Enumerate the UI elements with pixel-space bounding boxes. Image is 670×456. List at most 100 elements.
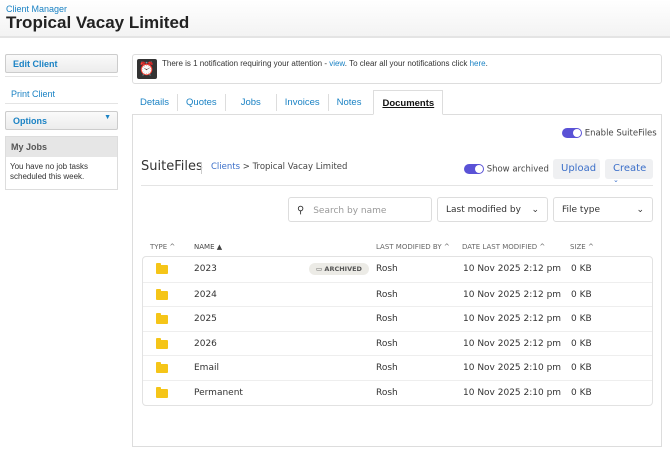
- search-input[interactable]: ⚲ Search by name: [288, 197, 432, 222]
- enable-suitefiles-toggle[interactable]: Enable SuiteFiles: [562, 128, 657, 139]
- file-name[interactable]: 2026: [194, 339, 217, 349]
- column-date-last-modified[interactable]: DATE LAST MODIFIED ^: [462, 243, 545, 251]
- archived-badge: ▭ ARCHIVED: [309, 263, 369, 275]
- last-modified-by: Rosh: [376, 338, 398, 349]
- tab-documents[interactable]: Documents: [373, 90, 444, 115]
- options-dropdown[interactable]: Options ▼: [5, 111, 118, 130]
- last-modified-by: Rosh: [376, 387, 398, 398]
- file-size: 0 KB: [571, 363, 592, 374]
- suitefiles-brand: SuiteFiles: [141, 159, 203, 174]
- edit-client-label: Edit Client: [5, 54, 118, 73]
- tab-details[interactable]: Details: [132, 94, 179, 111]
- tab-jobs[interactable]: Jobs: [226, 94, 277, 111]
- tab-quotes[interactable]: Quotes: [178, 94, 226, 111]
- create-label: Create: [613, 163, 647, 174]
- date-last-modified: 10 Nov 2025 2:12 pm: [463, 338, 562, 349]
- client-tabs: Details Quotes Jobs Invoices Notes Docum…: [132, 90, 444, 115]
- date-last-modified: 10 Nov 2025 2:12 pm: [463, 314, 562, 325]
- my-jobs-text: You have no job tasks scheduled this wee…: [10, 162, 88, 181]
- column-label: DATE LAST MODIFIED: [462, 243, 538, 251]
- column-name[interactable]: NAME ▲: [194, 243, 222, 251]
- chevron-down-icon: ⌄: [636, 205, 644, 215]
- enable-suitefiles-label: Enable SuiteFiles: [584, 128, 657, 139]
- archive-icon: ▭: [316, 265, 323, 273]
- file-size: 0 KB: [571, 314, 592, 325]
- notification-bar: ⏰ There is 1 notification requiring your…: [132, 54, 662, 84]
- last-modified-by: Rosh: [376, 264, 398, 274]
- folder-icon: [156, 313, 168, 325]
- file-size: 0 KB: [571, 338, 592, 349]
- upload-button[interactable]: Upload: [553, 159, 600, 179]
- folder-icon: [156, 386, 168, 398]
- file-name[interactable]: Email: [194, 363, 219, 373]
- file-name[interactable]: Permanent: [194, 388, 243, 398]
- date-last-modified: 10 Nov 2025 2:12 pm: [463, 264, 562, 274]
- file-size: 0 KB: [571, 264, 592, 274]
- tab-invoices[interactable]: Invoices: [277, 94, 329, 111]
- notification-view-link[interactable]: view: [329, 59, 345, 68]
- search-icon: ⚲: [297, 205, 305, 216]
- toggle-switch[interactable]: [562, 128, 582, 138]
- create-button[interactable]: Create ⌄: [605, 159, 653, 184]
- file-list: 2023 ▭ ARCHIVED Rosh 10 Nov 2025 2:12 pm…: [142, 256, 653, 406]
- archived-label: ARCHIVED: [324, 265, 362, 273]
- show-archived-toggle[interactable]: Show archived: [464, 164, 549, 175]
- last-modified-by: Rosh: [376, 363, 398, 374]
- filter-label: Last modified by: [446, 205, 521, 215]
- filter-label: File type: [562, 205, 601, 215]
- folder-icon: [156, 288, 168, 300]
- show-archived-label: Show archived: [486, 164, 549, 175]
- my-jobs-panel: My Jobs You have no job tasks scheduled …: [5, 136, 118, 190]
- date-last-modified: 10 Nov 2025 2:10 pm: [463, 387, 562, 398]
- toggle-switch[interactable]: [464, 164, 484, 174]
- column-type[interactable]: TYPE ^: [150, 243, 175, 251]
- notification-suffix: .: [485, 59, 488, 68]
- column-label: NAME: [194, 243, 215, 251]
- date-last-modified: 10 Nov 2025 2:10 pm: [463, 363, 562, 374]
- table-row[interactable]: Email Rosh 10 Nov 2025 2:10 pm 0 KB: [143, 355, 652, 380]
- chevron-down-icon: ⌄: [613, 176, 619, 184]
- suitefiles-breadcrumb: Clients > Tropical Vacay Limited: [211, 162, 347, 172]
- file-size: 0 KB: [571, 387, 592, 398]
- file-name[interactable]: 2024: [194, 290, 217, 300]
- column-label: SIZE: [570, 243, 586, 251]
- options-label: Options: [13, 116, 47, 126]
- file-type-filter[interactable]: File type ⌄: [553, 197, 653, 222]
- folder-icon: [156, 337, 168, 349]
- last-modified-by: Rosh: [376, 314, 398, 325]
- divider: [141, 185, 653, 186]
- my-jobs-title: My Jobs: [6, 137, 117, 157]
- breadcrumb-clients[interactable]: Clients: [211, 162, 240, 172]
- search-placeholder: Search by name: [313, 206, 387, 216]
- tab-notes[interactable]: Notes: [329, 94, 374, 111]
- table-row[interactable]: 2024 Rosh 10 Nov 2025 2:12 pm 0 KB: [143, 281, 652, 307]
- breadcrumb-current: Tropical Vacay Limited: [252, 162, 348, 172]
- notification-here-link[interactable]: here: [470, 59, 486, 68]
- last-modified-by: Rosh: [376, 289, 398, 300]
- page-title: Tropical Vacay Limited: [6, 13, 190, 32]
- print-client-link[interactable]: Print Client: [5, 89, 61, 99]
- table-row[interactable]: 2023 ▭ ARCHIVED Rosh 10 Nov 2025 2:12 pm…: [143, 257, 652, 282]
- column-label: LAST MODIFIED BY: [376, 243, 442, 251]
- file-size: 0 KB: [571, 289, 592, 300]
- date-last-modified: 10 Nov 2025 2:12 pm: [463, 289, 562, 300]
- breadcrumb-separator: >: [242, 162, 250, 172]
- table-row[interactable]: Permanent Rosh 10 Nov 2025 2:10 pm 0 KB: [143, 379, 652, 405]
- divider: [201, 162, 202, 174]
- notification-text: There is 1 notification requiring your a…: [162, 59, 330, 68]
- column-last-modified-by[interactable]: LAST MODIFIED BY ^: [376, 243, 450, 251]
- file-name[interactable]: 2023: [194, 264, 217, 274]
- chevron-down-icon: ▼: [104, 114, 111, 121]
- table-row[interactable]: 2025 Rosh 10 Nov 2025 2:12 pm 0 KB: [143, 306, 652, 331]
- column-size[interactable]: SIZE ^: [570, 243, 594, 251]
- edit-client-button[interactable]: Edit Client: [5, 54, 118, 73]
- page-header: Client Manager Tropical Vacay Limited: [0, 0, 670, 38]
- file-name[interactable]: 2025: [194, 314, 217, 324]
- last-modified-by-filter[interactable]: Last modified by ⌄: [437, 197, 548, 222]
- table-row[interactable]: 2026 Rosh 10 Nov 2025 2:12 pm 0 KB: [143, 330, 652, 356]
- column-label: TYPE: [150, 243, 168, 251]
- notification-text-2: . To clear all your notifications click: [344, 59, 470, 68]
- folder-icon: [156, 362, 168, 374]
- folder-icon: [156, 263, 168, 274]
- alarm-clock-icon: ⏰: [137, 59, 157, 79]
